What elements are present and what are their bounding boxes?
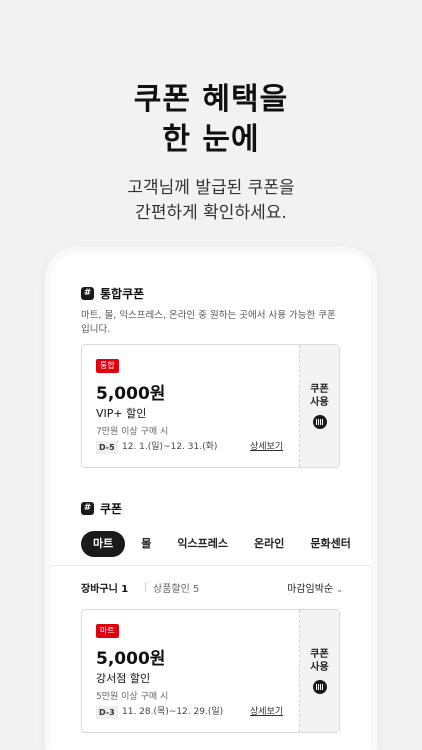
coupon-section-header: # 쿠폰 (81, 500, 122, 517)
integrated-coupon-title: 통합쿠폰 (100, 287, 145, 301)
coupon-detail-link[interactable]: 상세보기 (250, 706, 283, 719)
coupon-dday-badge: D-3 (96, 706, 118, 719)
integrated-coupon-header: # 통합쿠폰 (81, 285, 144, 302)
headline-line-1: 쿠폰 혜택을 (133, 82, 289, 117)
coupon-use-button[interactable]: 쿠폰 사용 (300, 345, 339, 467)
coupon-name: 강서점 할인 (96, 672, 151, 685)
coupon-period: 11. 28.(목)~12. 29.(일) (122, 707, 224, 717)
coupon-tabs: 마트 몰 익스프레스 온라인 문화센터 (81, 531, 361, 557)
subline-line-2: 간편하게 확인하세요. (135, 203, 287, 223)
tab-online[interactable]: 온라인 (244, 531, 294, 557)
chevron-down-icon: ⌄ (336, 585, 343, 594)
integrated-coupon-description: 마트, 몰, 익스프레스, 온라인 중 원하는 곳에서 사용 가능한 쿠폰입니다… (81, 310, 336, 335)
coupon-main: 마트 5,000원 강서점 할인 5만원 이상 구매 시 D-3 11. 28.… (82, 610, 300, 732)
tab-mart[interactable]: 마트 (81, 531, 126, 557)
subline: 고객님께 발급된 쿠폰을 간편하게 확인하세요. (0, 176, 422, 226)
headline-line-2: 한 눈에 (162, 122, 260, 157)
coupon-name: VIP+ 할인 (96, 407, 147, 420)
filter-row: 장바구니 1 상품할인 5 마감임박순 ⌄ (81, 580, 343, 595)
coupon-condition: 7만원 이상 구매 시 (96, 427, 169, 437)
coupon-detail-link[interactable]: 상세보기 (250, 441, 283, 454)
mart-coupon-card[interactable]: 마트 5,000원 강서점 할인 5만원 이상 구매 시 D-3 11. 28.… (81, 609, 340, 733)
sort-dropdown[interactable]: 마감임박순 ⌄ (287, 580, 343, 595)
filter-separator (145, 582, 146, 591)
coupon-period: 12. 1.(일)~12. 31.(화) (122, 442, 218, 452)
goods-discount-filter[interactable]: 상품할인 5 (153, 580, 199, 595)
coupon-tag: 통합 (96, 359, 119, 373)
phone-screen: # 통합쿠폰 마트, 몰, 익스프레스, 온라인 중 원하는 곳에서 사용 가능… (51, 253, 371, 750)
tab-express[interactable]: 익스프레스 (167, 531, 238, 557)
coupon-dday-badge: D-5 (96, 441, 118, 454)
coupon-section-title: 쿠폰 (100, 502, 123, 516)
barcode-icon (312, 415, 327, 429)
subline-line-1: 고객님께 발급된 쿠폰을 (127, 178, 295, 198)
coupon-amount: 5,000원 (96, 649, 166, 669)
hash-icon: # (81, 502, 94, 515)
tab-mall[interactable]: 몰 (131, 531, 161, 557)
coupon-condition: 5만원 이상 구매 시 (96, 692, 169, 702)
integrated-coupon-card[interactable]: 통합 5,000원 VIP+ 할인 7만원 이상 구매 시 D-5 12. 1.… (81, 344, 340, 468)
barcode-icon (312, 680, 327, 694)
coupon-amount: 5,000원 (96, 384, 166, 404)
coupon-main: 통합 5,000원 VIP+ 할인 7만원 이상 구매 시 D-5 12. 1.… (82, 345, 300, 467)
coupon-tag: 마트 (96, 624, 119, 638)
hash-icon: # (81, 287, 94, 300)
tab-culture-center[interactable]: 문화센터 (300, 531, 360, 557)
headline: 쿠폰 혜택을 한 눈에 (0, 80, 422, 160)
coupon-use-button[interactable]: 쿠폰 사용 (300, 610, 339, 732)
coupon-use-label: 쿠폰 사용 (310, 384, 329, 408)
coupon-use-label: 쿠폰 사용 (310, 649, 329, 673)
tab-divider (51, 565, 371, 566)
cart-filter[interactable]: 장바구니 1 (81, 580, 128, 595)
sort-label: 마감임박순 (287, 584, 334, 595)
